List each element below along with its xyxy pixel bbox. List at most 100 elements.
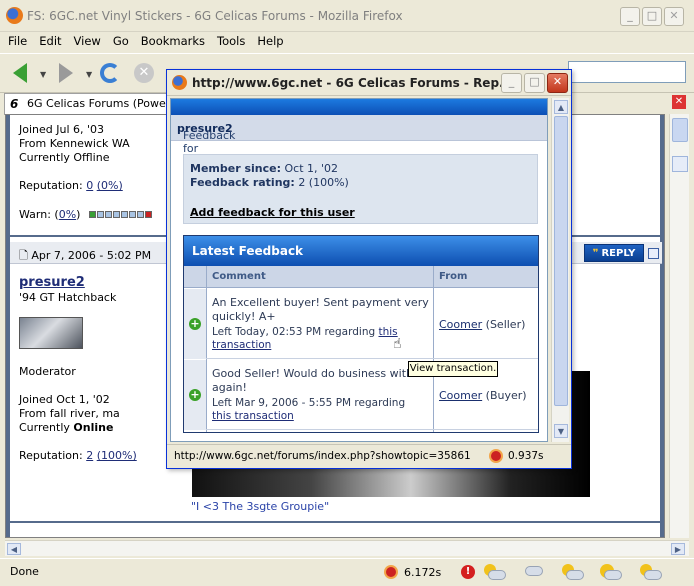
firefox-logo-icon [6,7,23,24]
reputation-popup-window: http://www.6gc.net - 6G Celicas Forums -… [166,69,572,469]
popup-scroll-up-icon[interactable]: ▲ [554,100,568,114]
menu-go[interactable]: Go [107,32,135,52]
popup-status-bar: http://www.6gc.net/forums/index.php?show… [167,444,571,468]
tooltip: View transaction. [408,361,498,377]
reload-button[interactable] [98,61,122,85]
scroll-grip[interactable] [672,156,688,172]
reputation-value-link[interactable]: 0 [86,179,93,192]
post-footer-divider [10,521,662,523]
member-since: Member since: Oct 1, '02 [190,162,339,175]
scroll-right-arrow-icon[interactable]: ▶ [671,543,685,555]
popup-firebug-icon[interactable] [489,449,503,463]
feedback-rating: Feedback rating: 2 (100%) [190,176,349,189]
reply-button[interactable]: ❞ REPLY [584,244,644,262]
alert-icon[interactable]: ! [461,565,475,579]
maximize-button[interactable]: □ [642,7,662,26]
forward-button[interactable] [54,61,78,85]
popup-scroll-down-icon[interactable]: ▼ [554,424,568,438]
post-car: '94 GT Hatchback [19,291,117,304]
minimize-button[interactable]: _ [620,7,640,26]
user1-reputation: Reputation: 0 (0%) [19,179,123,192]
page-vertical-scrollbar[interactable] [669,114,689,538]
popup-status-url: http://www.6gc.net/forums/index.php?show… [174,450,471,462]
menu-tools[interactable]: Tools [211,32,251,52]
popup-scroll-thumb[interactable] [554,116,568,406]
reputation-pct-link[interactable]: (0%) [97,179,123,192]
add-feedback-link[interactable]: Add feedback for this user [190,206,355,219]
transaction-link[interactable]: this transaction [212,410,294,422]
popup-maximize-button[interactable]: □ [524,73,545,93]
window-titlebar: FS: 6GC.net Vinyl Stickers - 6G Celicas … [0,0,694,32]
menu-bookmarks[interactable]: Bookmarks [135,32,211,52]
popup-firefox-logo-icon [172,75,187,90]
col-from: From [439,271,468,282]
user1-status: Currently Offline [19,151,110,164]
signature-text: "I <3 The 3sgte Groupie" [191,500,330,513]
forward-arrow-icon [59,63,73,83]
menu-edit[interactable]: Edit [33,32,67,52]
post-date: 🗋 Apr 7, 2006 - 5:02 PM [19,249,152,262]
menu-file[interactable]: File [0,32,33,52]
reputation-label: Reputation: [19,179,83,192]
window-title: FS: 6GC.net Vinyl Stickers - 6G Celicas … [27,9,403,23]
stop-button[interactable]: ✕ [132,61,156,85]
popup-header-bar [171,99,547,115]
quote-icon: ❞ [592,248,599,259]
search-input[interactable] [568,61,686,83]
page-horizontal-scrollbar[interactable]: ◀ ▶ [5,540,689,556]
status-timer: 6.172s [384,565,441,579]
post-reputation-value-link[interactable]: 2 [86,449,93,462]
popup-title: http://www.6gc.net - 6G Celicas Forums -… [192,76,513,90]
page-border-right [660,115,664,537]
user1-warn: Warn: (0%) [19,208,80,221]
positive-feedback-icon: + [189,388,201,401]
tab-6g-celicas-forums[interactable]: 6 6G Celicas Forums (Powered [4,93,172,115]
tab-close-icon[interactable]: ✕ [672,95,686,109]
post-username-link[interactable]: presure2 [19,275,85,290]
latest-feedback-panel: Latest Feedback Comment From + An Excell… [183,235,539,433]
feedback-from: Coomer (Buyer) [439,389,527,402]
popup-titlebar: http://www.6gc.net - 6G Celicas Forums -… [167,70,571,96]
post-reputation: Reputation: 2 (100%) [19,449,137,462]
status-text: Done [10,565,39,578]
forward-dropdown-icon[interactable]: ▼ [86,70,92,79]
6gc-favicon-icon: 6 [10,97,19,111]
feedback-user-link[interactable]: Coomer [439,318,482,331]
feedback-user-link[interactable]: Coomer [439,389,482,402]
feedback-comment: An Excellent buyer! Sent payment very qu… [212,296,429,323]
menu-help[interactable]: Help [251,32,289,52]
back-button[interactable] [8,61,32,85]
tab-label: 6G Celicas Forums (Powered [27,97,172,110]
post-reputation-pct-link[interactable]: (100%) [97,449,137,462]
back-dropdown-icon[interactable]: ▼ [40,70,46,79]
weather-partly-cloudy-icon[interactable] [482,562,508,584]
feedback-from: Coomer (Seller) [439,318,526,331]
user1-from: From Kennewick WA [19,137,130,150]
select-post-checkbox[interactable] [648,248,659,259]
feedback-comment: Good Seller! Would do business with agai… [212,367,413,394]
stop-icon: ✕ [134,63,154,83]
scroll-left-arrow-icon[interactable]: ◀ [7,543,21,555]
popup-minimize-button[interactable]: _ [501,73,522,93]
latest-feedback-title: Latest Feedback [184,236,538,266]
feedback-for-bar: Feedback for presure2 [171,115,547,155]
transaction-link-cont[interactable]: transaction [212,339,271,351]
close-button[interactable]: ✕ [664,7,684,26]
weather-cloudy-icon[interactable] [560,562,586,584]
firebug-icon[interactable] [384,565,398,579]
status-bar: Done 6.172s ! [0,558,694,586]
popup-close-button[interactable]: ✕ [547,73,568,93]
post-doc-icon: 🗋 [19,249,28,262]
weather-rain-icon[interactable] [522,562,548,584]
warn-pct-link[interactable]: 0% [59,208,76,221]
warn-end: ) [76,208,81,221]
weather-sun-cloud-icon[interactable] [638,562,664,584]
user1-joined: Joined Jul 6, '03 [19,123,105,136]
menu-view[interactable]: View [68,32,107,52]
popup-vertical-scrollbar[interactable]: ▲ ▼ [551,98,569,442]
weather-sunny-icon[interactable] [598,562,624,584]
feedback-left-date: Left Mar 9, 2006 - 5:55 PM regarding [212,397,406,409]
scroll-thumb[interactable] [672,118,688,142]
post-joined: Joined Oct 1, '02 [19,393,110,406]
warn-level-bar [89,211,152,218]
